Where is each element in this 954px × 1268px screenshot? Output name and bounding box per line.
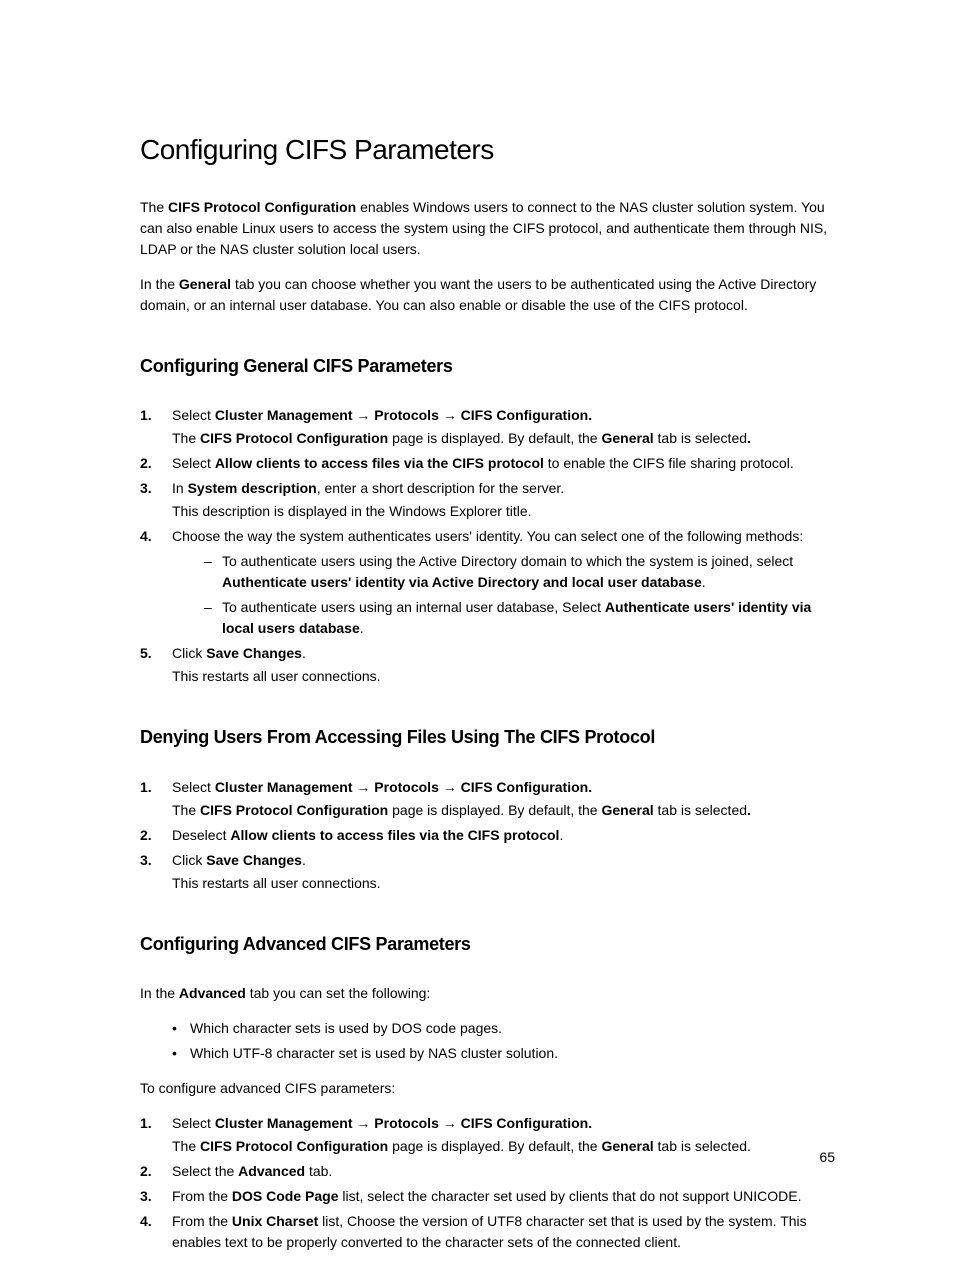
section-c-intro: In the Advanced tab you can set the foll… <box>140 983 835 1004</box>
list-item: 1. Select Cluster Management → Protocols… <box>140 1113 835 1157</box>
list-item: To authenticate users using the Active D… <box>172 551 835 593</box>
list-item: 2. Deselect Allow clients to access file… <box>140 825 835 846</box>
section-c-steps: 1. Select Cluster Management → Protocols… <box>140 1113 835 1253</box>
section-a-steps: 1. Select Cluster Management → Protocols… <box>140 405 835 687</box>
list-item: 3. Click Save Changes. This restarts all… <box>140 850 835 894</box>
list-item: Which character sets is used by DOS code… <box>140 1018 835 1039</box>
list-item: To authenticate users using an internal … <box>172 597 835 639</box>
list-item: 4. Choose the way the system authenticat… <box>140 526 835 639</box>
list-item: 5. Click Save Changes. This restarts all… <box>140 643 835 687</box>
section-c-leadin: To configure advanced CIFS parameters: <box>140 1078 835 1099</box>
section-b-steps: 1. Select Cluster Management → Protocols… <box>140 777 835 894</box>
section-c-title: Configuring Advanced CIFS Parameters <box>140 932 835 957</box>
page-number: 65 <box>819 1148 835 1168</box>
section-b-title: Denying Users From Accessing Files Using… <box>140 725 835 750</box>
list-item: 2. Select the Advanced tab. <box>140 1161 835 1182</box>
intro-paragraph-1: The CIFS Protocol Configuration enables … <box>140 197 835 260</box>
list-item: 1. Select Cluster Management → Protocols… <box>140 405 835 449</box>
intro-paragraph-2: In the General tab you can choose whethe… <box>140 274 835 316</box>
list-item: 4. From the Unix Charset list, Choose th… <box>140 1211 835 1253</box>
list-item: Which UTF-8 character set is used by NAS… <box>140 1043 835 1064</box>
page-title: Configuring CIFS Parameters <box>140 130 835 169</box>
list-item: 2. Select Allow clients to access files … <box>140 453 835 474</box>
list-item: 1. Select Cluster Management → Protocols… <box>140 777 835 821</box>
list-item: 3. In System description, enter a short … <box>140 478 835 522</box>
section-a-title: Configuring General CIFS Parameters <box>140 354 835 379</box>
section-c-bullets: Which character sets is used by DOS code… <box>140 1018 835 1064</box>
list-item: 3. From the DOS Code Page list, select t… <box>140 1186 835 1207</box>
